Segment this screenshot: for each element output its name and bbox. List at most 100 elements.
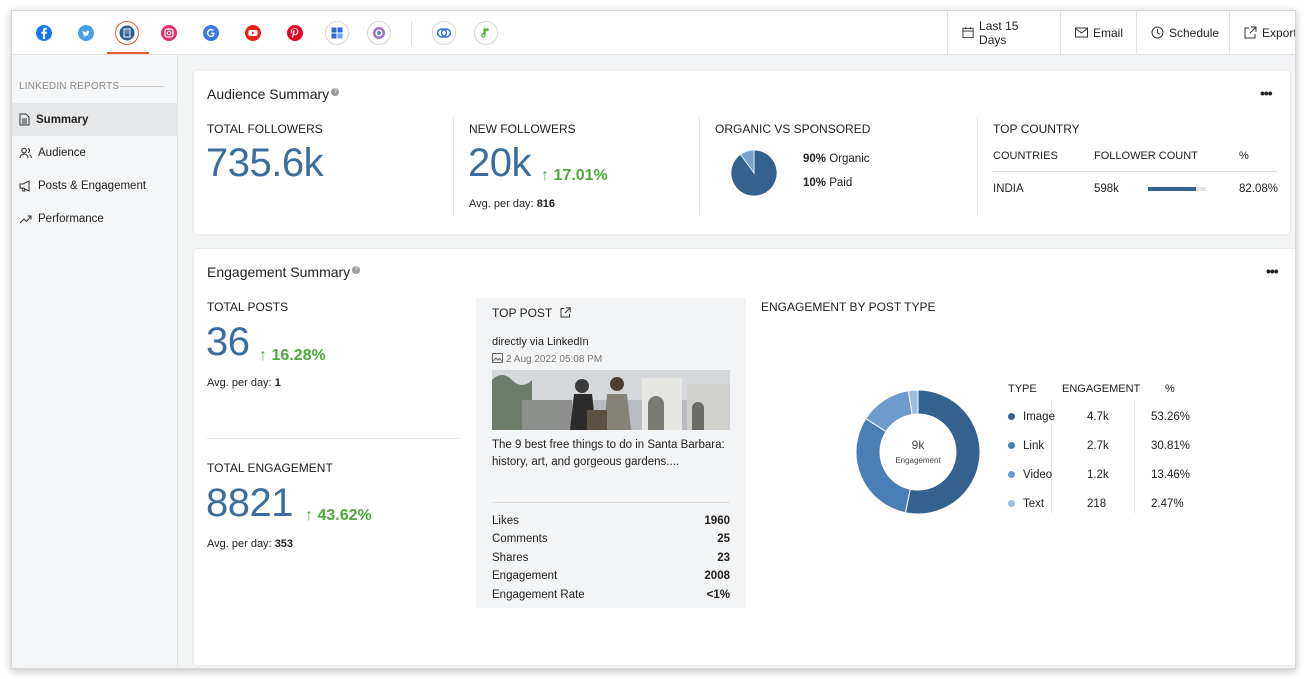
legend-type-label: Link — [1023, 440, 1045, 452]
new-followers-change-text: 17.01% — [553, 167, 608, 184]
arrow-up-icon: ↑ — [259, 347, 267, 364]
sidebar-item-posts-engagement[interactable]: Posts & Engagement — [12, 169, 177, 202]
legend-pct-value: 30.81% — [1151, 440, 1191, 452]
donut-slice-link[interactable] — [855, 417, 911, 514]
legend-engagement-value: 4.7k — [1087, 411, 1109, 423]
divider — [453, 117, 454, 215]
toolbar-divider — [411, 21, 412, 45]
sidebar-heading: LINKEDIN REPORTS — [19, 81, 120, 92]
stat-row-engagement-rate: Engagement Rate <1% — [492, 589, 730, 601]
avg-label: Avg. per day: — [469, 198, 534, 210]
sidebar-item-performance[interactable]: Performance — [12, 202, 177, 235]
schedule-label: Schedule — [1169, 25, 1220, 40]
date-range-label: Last 15 Days — [979, 18, 1019, 47]
clock-icon — [1151, 26, 1164, 39]
date-range-button[interactable]: Last 15 Days — [947, 11, 1044, 54]
paid-pct: 10% — [803, 177, 827, 189]
active-network-underline — [107, 52, 149, 54]
legend-dot — [1008, 442, 1015, 449]
legend-type-link: Link — [1008, 440, 1044, 452]
new-followers-change: ↑ 17.01% — [541, 167, 608, 185]
legend-pct-value: 13.46% — [1151, 469, 1191, 481]
legend-type-image: Image — [1008, 411, 1055, 423]
total-posts-value: 36 — [206, 320, 250, 364]
integration-icon[interactable] — [432, 21, 456, 45]
calendar-icon — [962, 26, 974, 39]
country-bar-fill — [1148, 187, 1196, 191]
twitter-icon[interactable] — [74, 21, 98, 45]
pinterest-icon[interactable] — [283, 21, 307, 45]
export-icon — [1244, 26, 1257, 39]
more-options-icon[interactable]: ••• — [1266, 263, 1279, 279]
col-follower-count: FOLLOWER COUNT — [1094, 150, 1198, 162]
total-posts-label: TOTAL POSTS — [207, 300, 289, 314]
top-post-text: The 9 best free things to do in Santa Ba… — [492, 439, 725, 468]
stat-label: Engagement — [492, 570, 558, 582]
legend-type-text: Text — [1008, 498, 1044, 510]
posts-avg: Avg. per day: 1 — [207, 377, 281, 389]
country-count: 598k — [1094, 183, 1119, 195]
engagement-summary-card: Engagement Summary? ••• TOTAL POSTS 36 ↑… — [194, 249, 1295, 665]
organic-vs-sponsored-label: ORGANIC VS SPONSORED — [715, 122, 871, 136]
legend-pct-value: 2.47% — [1151, 498, 1184, 510]
instagram-icon[interactable] — [157, 21, 181, 45]
stat-value: <1% — [706, 589, 730, 601]
paid-legend: 10% Paid — [803, 177, 852, 189]
export-button[interactable]: Export — [1229, 11, 1295, 54]
schedule-button[interactable]: Schedule — [1136, 11, 1229, 54]
new-followers-label: NEW FOLLOWERS — [469, 122, 576, 136]
legend-dot — [1008, 500, 1015, 507]
stat-label: Shares — [492, 552, 529, 564]
stat-label: Engagement Rate — [492, 589, 585, 601]
linkedin-company-icon[interactable] — [115, 21, 139, 45]
app-window: Last 15 Days Email Schedule Export LINKE… — [11, 10, 1296, 669]
audience-summary-card: Audience Summary? ••• TOTAL FOLLOWERS 73… — [194, 71, 1290, 234]
sidebar-item-label: Summary — [36, 113, 89, 126]
paid-text: Paid — [829, 177, 853, 189]
external-link-icon[interactable] — [560, 307, 572, 318]
country-name: INDIA — [993, 183, 1024, 195]
legend-engagement-value: 2.7k — [1087, 440, 1109, 452]
sidebar-item-audience[interactable]: Audience — [12, 136, 177, 169]
arrow-up-icon: ↑ — [541, 167, 549, 184]
divider — [977, 117, 978, 215]
divider — [1134, 401, 1135, 513]
help-icon[interactable]: ? — [352, 266, 361, 275]
trend-icon — [19, 215, 32, 223]
audience-title-text: Audience Summary — [207, 86, 330, 102]
avg-value: 816 — [536, 198, 556, 210]
avg-value: 1 — [274, 377, 281, 389]
help-icon[interactable]: ? — [331, 88, 340, 97]
stat-value: 25 — [717, 533, 730, 545]
organic-text: Organic — [829, 153, 870, 165]
avg-label: Avg. per day: — [207, 377, 272, 389]
email-button[interactable]: Email — [1060, 11, 1136, 54]
google-business-icon[interactable] — [325, 21, 349, 45]
new-followers-value: 20k — [468, 141, 532, 185]
top-post-image[interactable] — [492, 370, 730, 430]
total-posts-change: ↑ 16.28% — [259, 347, 326, 365]
stat-value: 2008 — [704, 570, 730, 582]
legend-dot — [1008, 471, 1015, 478]
google-icon[interactable] — [199, 21, 223, 45]
music-app-icon[interactable] — [474, 21, 498, 45]
sidebar-item-summary[interactable]: Summary — [12, 103, 177, 136]
more-options-icon[interactable]: ••• — [1260, 85, 1273, 101]
total-engagement-label: TOTAL ENGAGEMENT — [207, 461, 333, 475]
top-post-label: TOP POST — [492, 306, 572, 320]
facebook-icon[interactable] — [32, 21, 56, 45]
engagement-title-text: Engagement Summary — [207, 264, 351, 280]
stat-row-engagement: Engagement 2008 — [492, 570, 730, 582]
donut-center-value: 9k — [911, 438, 925, 452]
custom-app-icon[interactable] — [367, 21, 391, 45]
total-followers-label: TOTAL FOLLOWERS — [207, 122, 323, 136]
youtube-icon[interactable] — [241, 21, 265, 45]
col-type: TYPE — [1008, 383, 1037, 395]
top-toolbar: Last 15 Days Email Schedule Export — [12, 11, 1295, 55]
megaphone-icon — [19, 179, 30, 192]
legend-pct-value: 53.26% — [1151, 411, 1191, 423]
divider — [207, 438, 459, 439]
stat-label: Comments — [492, 533, 548, 545]
engagement-donut-chart — [855, 389, 981, 515]
legend-dot — [1008, 413, 1015, 420]
